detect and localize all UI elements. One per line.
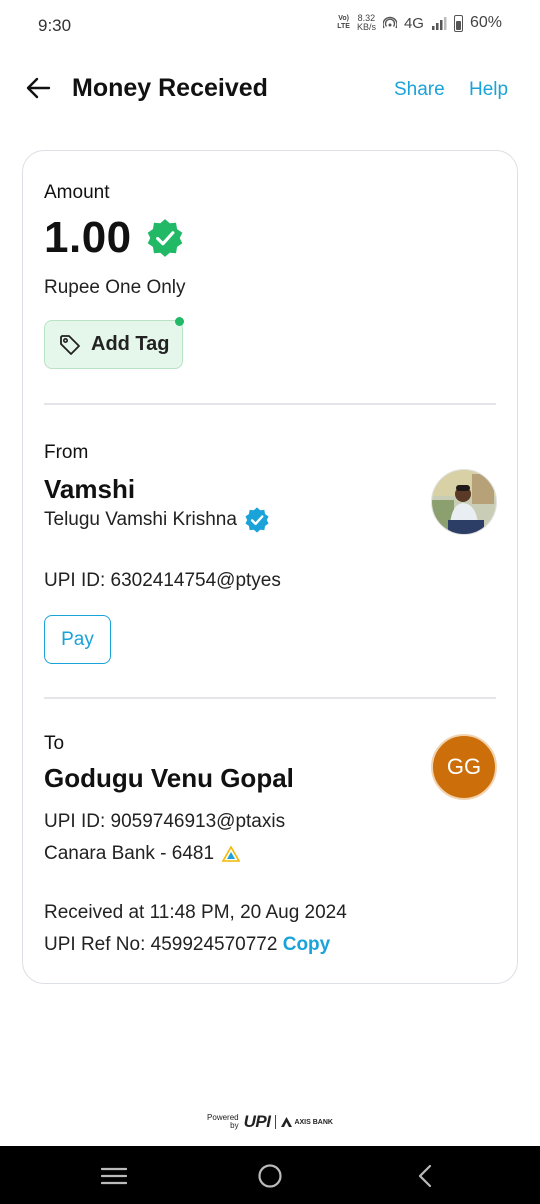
receiver-avatar: GG xyxy=(431,734,497,800)
upi-ref-number: UPI Ref No: 459924570772 xyxy=(44,934,278,955)
signal-icon xyxy=(431,17,447,30)
powered-by-label: Powered by xyxy=(207,1113,239,1130)
sender-avatar xyxy=(431,469,497,535)
copy-button[interactable]: Copy xyxy=(283,934,331,955)
battery-icon xyxy=(453,14,463,32)
app-header: Money Received Share Help xyxy=(0,60,540,120)
hotspot-icon xyxy=(382,16,397,29)
add-tag-button[interactable]: Add Tag xyxy=(44,317,184,369)
sender-full-name: Telugu Vamshi Krishna xyxy=(44,509,237,530)
verified-badge-icon xyxy=(147,219,182,257)
divider xyxy=(44,697,496,699)
page-title: Money Received xyxy=(72,74,268,102)
back-button[interactable] xyxy=(22,72,54,104)
upi-ref-row: UPI Ref No: 459924570772 Copy xyxy=(44,934,330,956)
home-circle-icon xyxy=(258,1164,282,1188)
upi-logo: UPI xyxy=(243,1112,271,1131)
verified-badge-icon xyxy=(245,507,269,533)
received-timestamp: Received at 11:48 PM, 20 Aug 2024 xyxy=(44,902,347,923)
share-button[interactable]: Share xyxy=(394,79,445,101)
sender-upi-id: UPI ID: 6302414754@ptyes xyxy=(44,570,281,591)
amount-value: 1.00 xyxy=(44,213,132,262)
status-time: 9:30 xyxy=(38,16,72,35)
status-bar: 9:30 Vo) LTE 8.32 KB/s 4G 60% xyxy=(0,0,540,50)
receiver-bank: Canara Bank - 6481 xyxy=(44,843,215,864)
pay-button[interactable]: Pay xyxy=(44,615,111,664)
new-indicator-dot xyxy=(175,317,184,326)
home-button[interactable] xyxy=(255,1161,285,1191)
network-speed: 8.32 KB/s xyxy=(356,13,376,32)
powered-by-footer: Powered by UPI AXIS BANK xyxy=(0,1112,540,1132)
to-label: To xyxy=(44,733,65,754)
receiver-bank-row: Canara Bank - 6481 xyxy=(44,843,241,865)
axis-bank-icon xyxy=(281,1117,293,1127)
chevron-left-icon xyxy=(418,1164,432,1188)
help-button[interactable]: Help xyxy=(469,79,508,101)
menu-icon xyxy=(101,1167,127,1185)
bank-logo-icon xyxy=(222,846,241,862)
battery-percent: 60% xyxy=(469,14,502,31)
amount-in-words: Rupee One Only xyxy=(44,277,186,298)
receiver-name: Godugu Venu Gopal xyxy=(44,763,294,793)
sender-name: Vamshi xyxy=(44,474,136,504)
add-tag-label: Add Tag xyxy=(91,333,170,355)
system-nav-bar xyxy=(0,1146,540,1204)
from-label: From xyxy=(44,442,89,463)
divider xyxy=(44,403,496,405)
tag-icon xyxy=(60,334,80,355)
system-back-button[interactable] xyxy=(410,1161,440,1191)
status-indicators: Vo) LTE 8.32 KB/s 4G 60% xyxy=(337,14,502,32)
volte-indicator: Vo) LTE xyxy=(337,15,350,30)
network-type: 4G xyxy=(403,14,424,32)
receiver-upi-id: UPI ID: 9059746913@ptaxis xyxy=(44,811,286,832)
partner-bank-logo: AXIS BANK xyxy=(281,1117,333,1127)
amount-label: Amount xyxy=(44,182,110,203)
arrow-left-icon xyxy=(26,77,51,99)
sender-fullname-row: Telugu Vamshi Krishna xyxy=(44,506,271,534)
profile-photo-icon xyxy=(432,470,496,534)
amount-row: 1.00 xyxy=(44,213,186,263)
transaction-card: Amount 1.00 Rupee One Only Add Tag From … xyxy=(22,150,518,984)
recent-apps-button[interactable] xyxy=(99,1161,129,1191)
separator xyxy=(275,1115,277,1129)
